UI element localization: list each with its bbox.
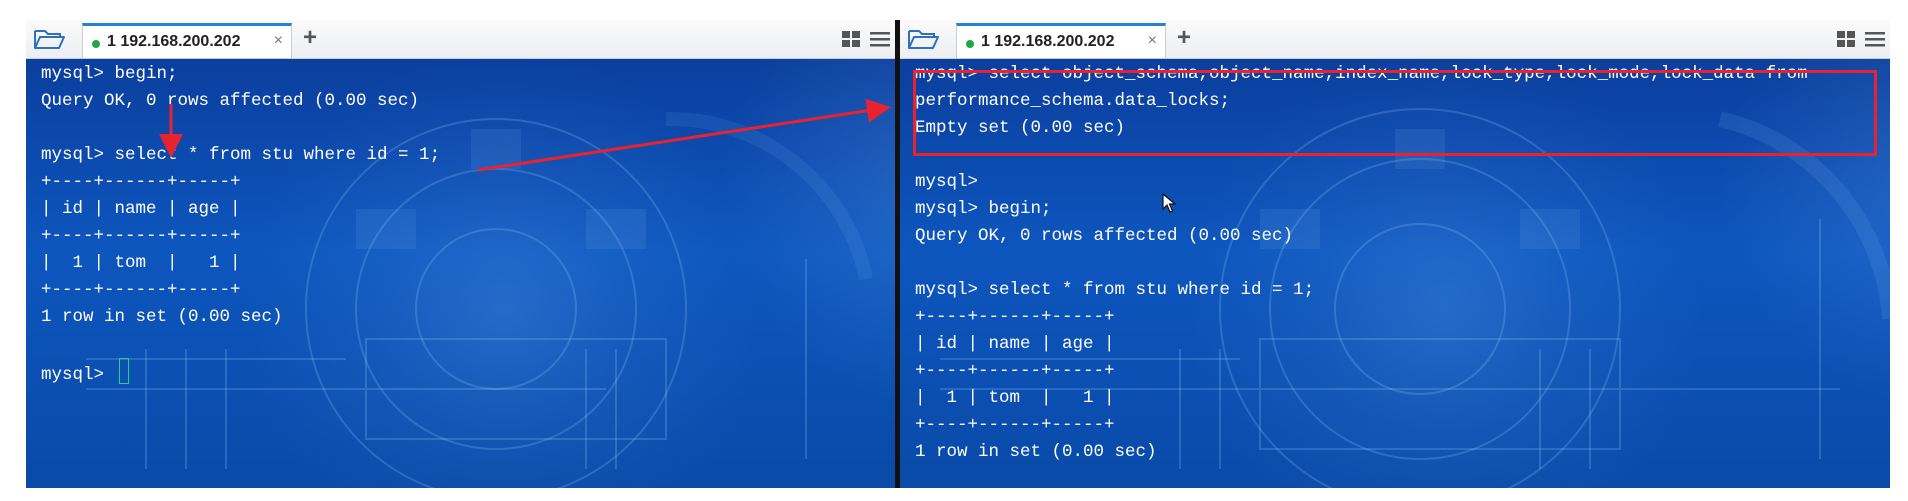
menu-icon[interactable] [869,29,891,54]
terminal-output[interactable]: mysql> begin; Query OK, 0 rows affected (… [26,59,895,488]
add-tab-button[interactable]: + [1177,25,1191,51]
tab-bar: 1 192.168.200.202 × + [900,20,1890,59]
terminal-line: 1 row in set (0.00 sec) [41,307,283,327]
tab-label: 1 192.168.200.202 [107,33,241,50]
terminal-line: mysql> select * from stu where id = 1; [915,280,1315,300]
terminal-line: 1 row in set (0.00 sec) [915,442,1157,462]
close-icon[interactable]: × [274,32,283,50]
terminal-line: mysql> [915,172,979,192]
connection-status-dot [966,40,974,48]
mouse-pointer-icon [1162,193,1176,213]
terminal-line: | id | name | age | [41,199,241,219]
terminal-line: | 1 | tom | 1 | [41,253,241,273]
tab-session[interactable]: 1 192.168.200.202 × [82,23,292,58]
grid-view-icon[interactable] [841,29,861,54]
red-highlight-box [913,70,1877,156]
view-controls [1832,29,1886,49]
folder-open-icon[interactable] [906,26,940,52]
terminal-line: +----+------+-----+ [915,307,1115,327]
terminal-line: Query OK, 0 rows affected (0.00 sec) [915,226,1294,246]
left-terminal-pane: 1 192.168.200.202 × + mysql> begin; Quer… [26,20,895,488]
tab-session[interactable]: 1 192.168.200.202 × [956,23,1166,58]
grid-view-icon[interactable] [1836,29,1856,54]
terminal-line: +----+------+-----+ [915,415,1115,435]
terminal-line: mysql> select * from stu where id = 1; [41,145,441,165]
terminal-output[interactable]: mysql> select object_schema,object_name,… [900,59,1890,488]
terminal-line: +----+------+-----+ [41,226,241,246]
right-terminal-pane: 1 192.168.200.202 × + mysql> select obje… [900,20,1890,488]
view-controls [837,29,891,49]
folder-open-icon[interactable] [32,26,66,52]
terminal-line: mysql> begin; [41,64,178,84]
text-cursor [118,358,129,384]
add-tab-button[interactable]: + [303,25,317,51]
close-icon[interactable]: × [1148,32,1157,50]
terminal-line: +----+------+-----+ [915,361,1115,381]
terminal-line: | 1 | tom | 1 | [915,388,1115,408]
tab-label: 1 192.168.200.202 [981,33,1115,50]
terminal-prompt: mysql> [41,365,115,385]
terminal-line: +----+------+-----+ [41,280,241,300]
terminal-line: +----+------+-----+ [41,172,241,192]
terminal-text: mysql> begin; Query OK, 0 rows affected (… [41,61,440,385]
terminal-line: mysql> begin; [915,199,1052,219]
connection-status-dot [92,40,100,48]
terminal-line: Query OK, 0 rows affected (0.00 sec) [41,91,420,111]
terminal-line: | id | name | age | [915,334,1115,354]
terminal-prompt-line[interactable]: mysql> [41,358,440,385]
menu-icon[interactable] [1864,29,1886,54]
tab-bar: 1 192.168.200.202 × + [26,20,895,59]
